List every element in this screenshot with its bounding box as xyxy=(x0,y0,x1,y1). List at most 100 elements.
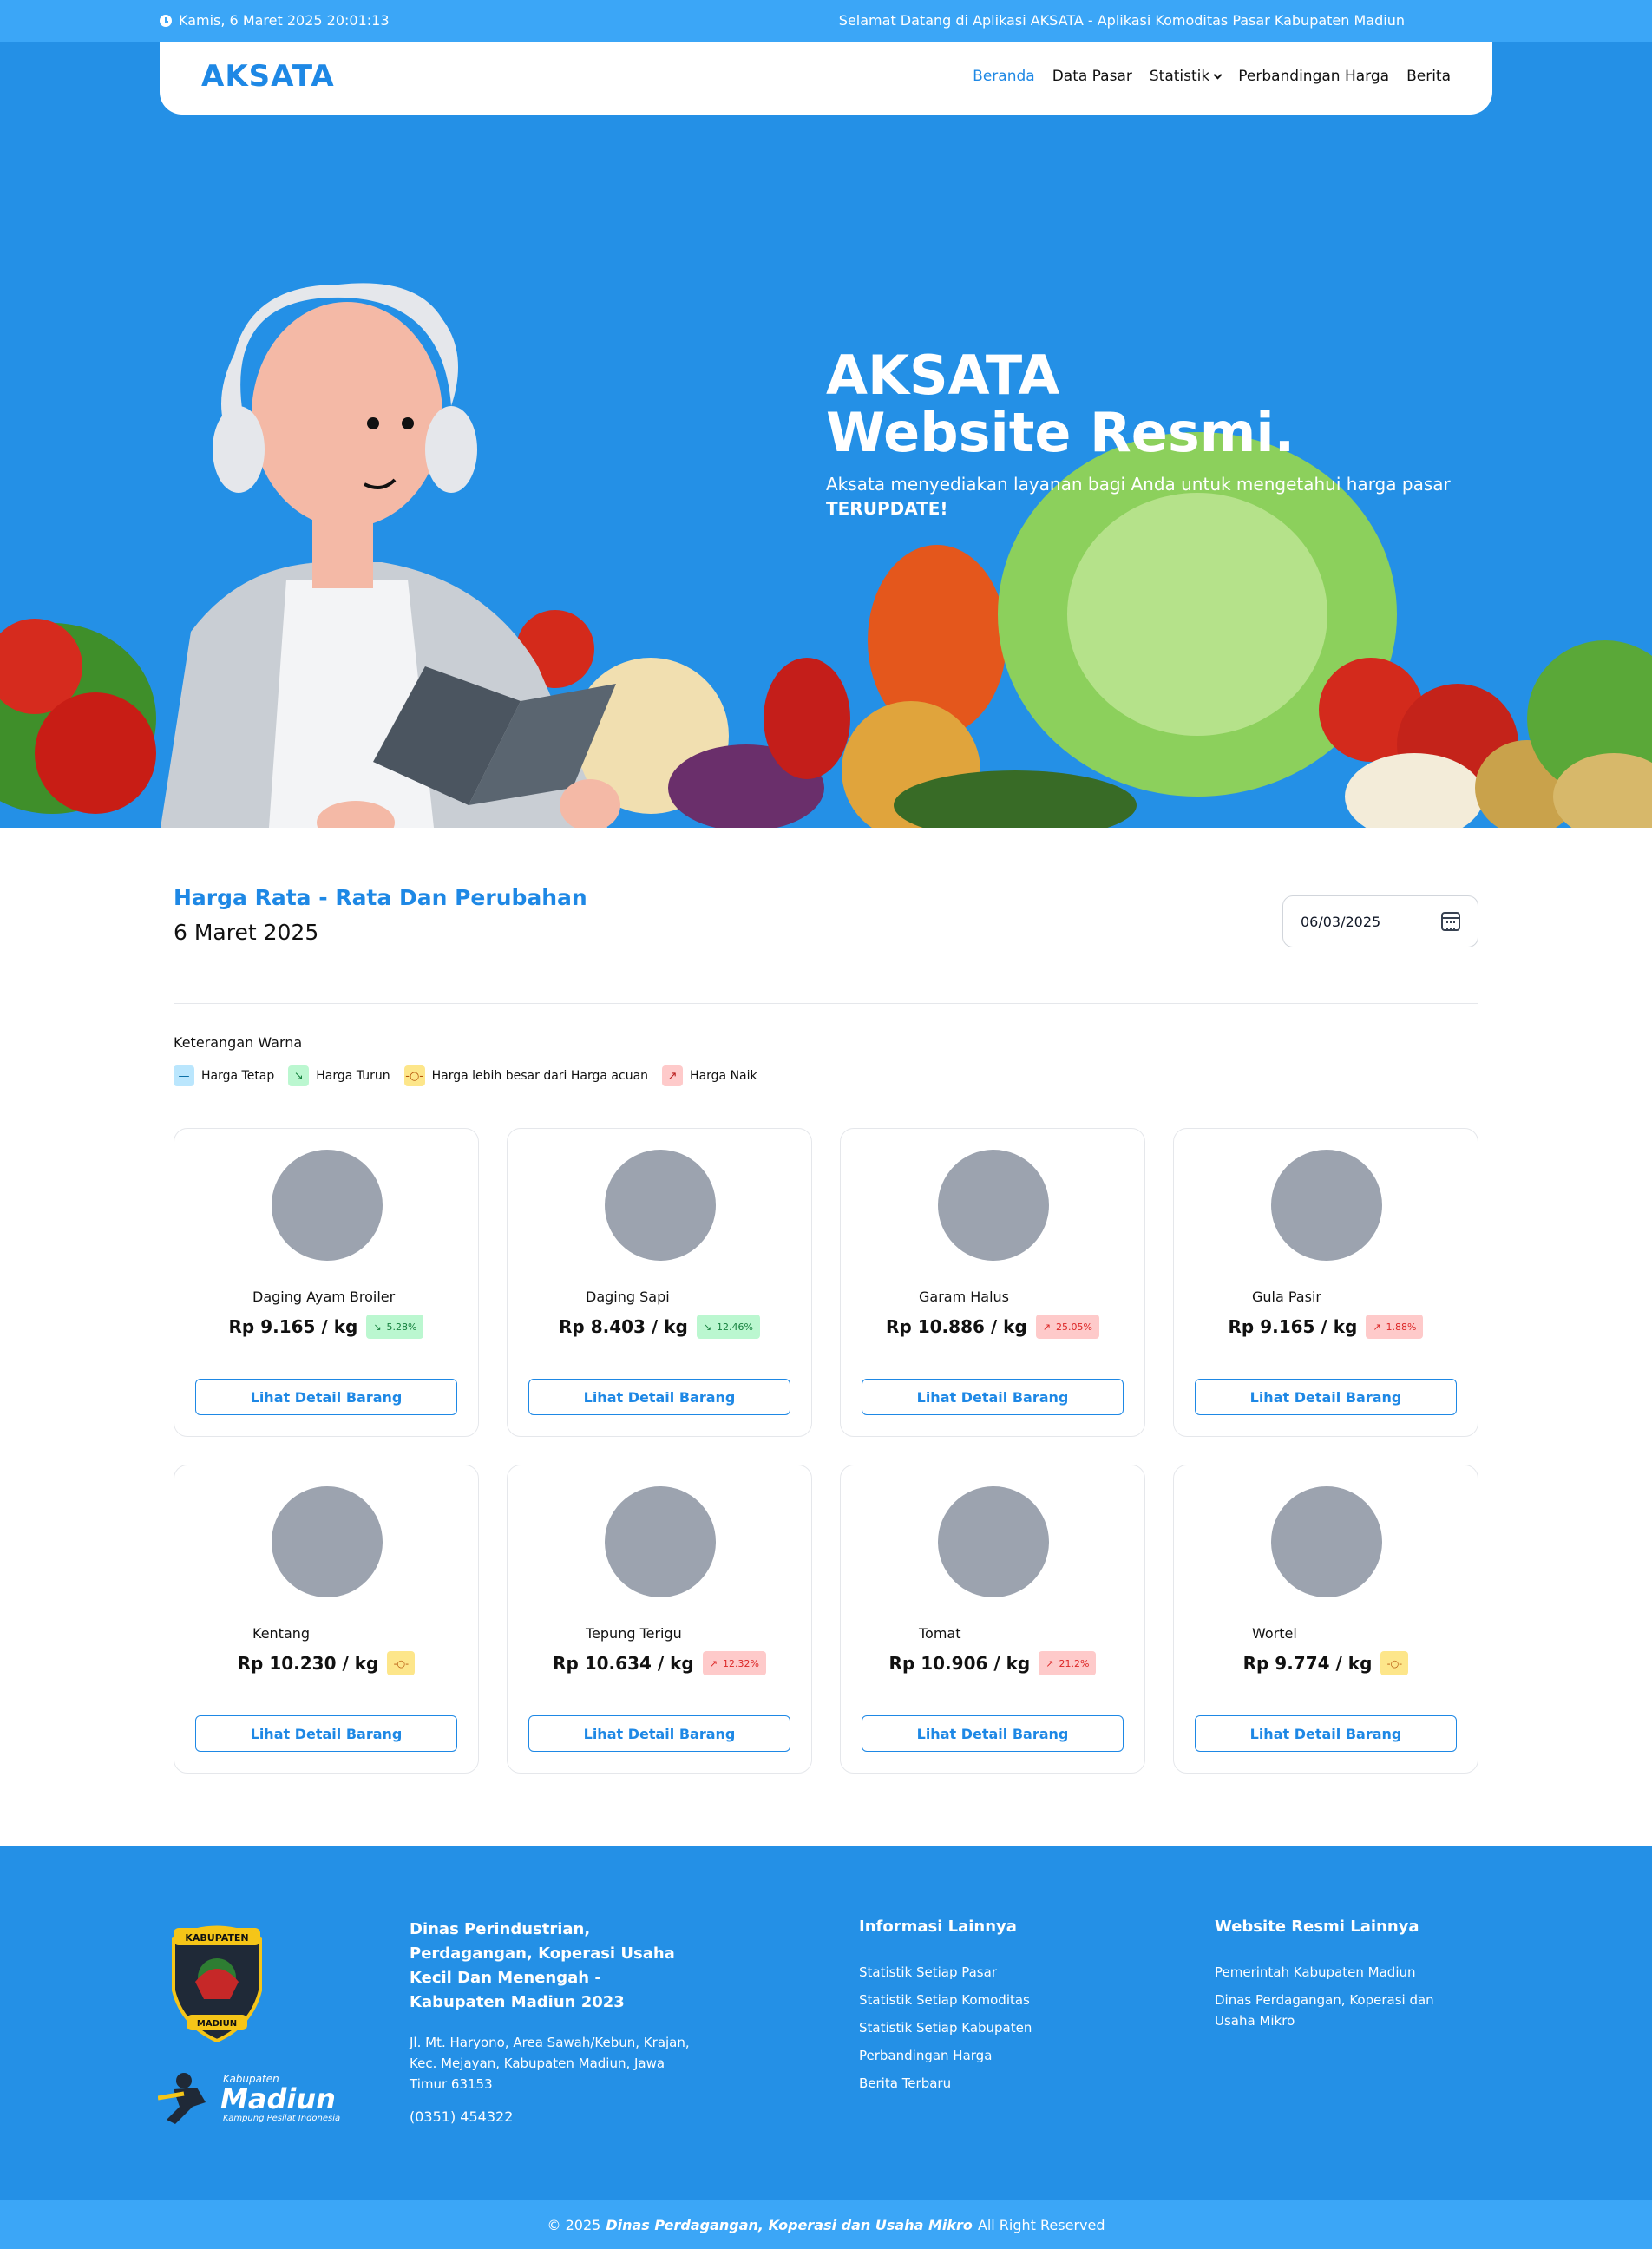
product-price: Rp 10.230 / kg xyxy=(237,1653,379,1674)
product-name-row: Daging Sapi xyxy=(508,1288,811,1305)
brand-logo[interactable]: AKSATA xyxy=(201,59,335,94)
hero-subtitle: Aksata menyediakan layanan bagi Anda unt… xyxy=(826,472,1485,521)
footer-link-perbandingan-harga[interactable]: Perbandingan Harga xyxy=(859,2045,1119,2066)
product-name-row: Daging Ayam Broiler xyxy=(174,1288,478,1305)
product-name-row: Wortel xyxy=(1174,1625,1478,1642)
view-detail-button[interactable]: Lihat Detail Barang xyxy=(195,1715,457,1752)
footer-org-name: Dinas Perindustrian, Perdagangan, Kopera… xyxy=(410,1920,675,2011)
price-reference-badge: -○- xyxy=(1380,1651,1409,1675)
section-title: Harga Rata - Rata Dan Perubahan xyxy=(174,885,587,910)
legend-item-turun: ↘ Harga Turun xyxy=(288,1065,390,1086)
product-card: Wortel Rp 9.774 / kg -○- Lihat Detail Baran… xyxy=(1173,1465,1478,1774)
product-name-row: Tomat xyxy=(841,1625,1144,1642)
arrow-up-right-icon: ↗ xyxy=(1042,1321,1051,1333)
price-change-percent: 1.88% xyxy=(1386,1321,1417,1333)
product-card: Tomat Rp 10.906 / kg ↗ 21.2% Lihat Detail Ba… xyxy=(840,1465,1145,1774)
price-change-badge-down: ↘ 12.46% xyxy=(696,1315,760,1339)
legend-label-lebih: Harga lebih besar dari Harga acuan xyxy=(431,1069,649,1083)
product-name-row: Gula Pasir xyxy=(1174,1288,1478,1305)
reference-icon: -○- xyxy=(403,1065,425,1086)
product-name: Kentang xyxy=(252,1625,311,1642)
calendar-icon[interactable] xyxy=(1441,912,1460,931)
view-detail-button[interactable]: Lihat Detail Barang xyxy=(862,1379,1124,1415)
product-name: Daging Ayam Broiler xyxy=(252,1288,396,1305)
price-change-percent: 12.46% xyxy=(717,1321,753,1333)
product-price-row: Rp 8.403 / kg ↘ 12.46% xyxy=(508,1315,811,1339)
product-price-row: Rp 10.230 / kg -○- xyxy=(174,1651,478,1675)
top-info-bar: Kamis, 6 Maret 2025 20:01:13 Selamat Dat… xyxy=(0,0,1652,42)
footer-info-title: Informasi Lainnya xyxy=(859,1918,1017,1936)
price-change-percent: 21.2% xyxy=(1059,1657,1090,1669)
price-change-badge-up: ↗ 1.88% xyxy=(1366,1315,1424,1339)
product-name-row: Kentang xyxy=(174,1625,478,1642)
footer-link-statistik-komoditas[interactable]: Statistik Setiap Komoditas xyxy=(859,1990,1119,2010)
price-change-percent: 25.05% xyxy=(1055,1321,1092,1333)
chevron-down-icon xyxy=(1213,70,1223,80)
hero-subtitle-text: Aksata menyediakan layanan bagi Anda unt… xyxy=(826,474,1451,495)
product-name: Tomat xyxy=(919,1625,961,1642)
copyright-org: Dinas Perdagangan, Koperasi dan Usaha Mi… xyxy=(606,2216,973,2233)
nav-berita[interactable]: Berita xyxy=(1406,68,1451,85)
product-price-row: Rp 10.634 / kg ↗ 12.32% xyxy=(508,1651,811,1675)
footer-link-dinas-perdagangan[interactable]: Dinas Perdagangan, Koperasi dan Usaha Mi… xyxy=(1215,1990,1475,2031)
legend-item-naik: ↗ Harga Naik xyxy=(662,1065,757,1086)
hero-title-line1: AKSATA xyxy=(826,344,1060,407)
logo-big-text: Madiun xyxy=(220,2082,336,2115)
footer: KABUPATEN MADIUN Kabupaten Madiun Kampun… xyxy=(0,1846,1652,2200)
footer-link-statistik-kabupaten[interactable]: Statistik Setiap Kabupaten xyxy=(859,2017,1119,2038)
product-name: Gula Pasir xyxy=(1252,1288,1321,1305)
product-name: Daging Sapi xyxy=(586,1288,670,1305)
copyright-bar: © 2025 Dinas Perdagangan, Koperasi dan U… xyxy=(0,2200,1652,2249)
product-image-placeholder xyxy=(605,1150,716,1261)
arrow-down-right-icon: ↘ xyxy=(373,1321,382,1333)
footer-link-berita-terbaru[interactable]: Berita Terbaru xyxy=(859,2073,1119,2094)
footer-org-info: Dinas Perindustrian, Perdagangan, Kopera… xyxy=(410,1918,696,2125)
reference-icon: -○- xyxy=(1386,1657,1403,1669)
product-card: Daging Ayam Broiler Rp 9.165 / kg ↘ 5.28% Li… xyxy=(174,1128,479,1437)
hero-subtitle-bold: TERUPDATE! xyxy=(826,498,948,519)
clock-icon xyxy=(160,14,172,27)
product-image-placeholder xyxy=(1271,1150,1382,1261)
view-detail-button[interactable]: Lihat Detail Barang xyxy=(528,1715,790,1752)
datetime-text: Kamis, 6 Maret 2025 20:01:13 xyxy=(179,12,390,29)
product-image-placeholder xyxy=(938,1150,1049,1261)
logo-tagline-text: Kampung Pesilat Indonesia xyxy=(223,2114,340,2123)
arrow-up-right-icon: ↗ xyxy=(662,1065,684,1086)
arrow-up-right-icon: ↗ xyxy=(709,1657,718,1669)
arrow-down-right-icon: ↘ xyxy=(703,1321,712,1333)
price-change-badge-up: ↗ 21.2% xyxy=(1039,1651,1097,1675)
nav-data-pasar[interactable]: Data Pasar xyxy=(1052,68,1132,85)
reference-icon: -○- xyxy=(393,1657,410,1669)
product-price: Rp 10.906 / kg xyxy=(888,1653,1031,1674)
product-price-row: Rp 9.165 / kg ↗ 1.88% xyxy=(1174,1315,1478,1339)
product-price: Rp 10.886 / kg xyxy=(886,1316,1027,1337)
crest-text-bottom: MADIUN xyxy=(197,2019,237,2029)
product-image-placeholder xyxy=(1271,1486,1382,1597)
nav-perbandingan-harga[interactable]: Perbandingan Harga xyxy=(1238,68,1389,85)
legend-label-naik: Harga Naik xyxy=(690,1069,757,1083)
view-detail-button[interactable]: Lihat Detail Barang xyxy=(528,1379,790,1415)
product-card: Tepung Terigu Rp 10.634 / kg ↗ 12.32% Lihat … xyxy=(507,1465,812,1774)
product-price-row: Rp 9.774 / kg -○- xyxy=(1174,1651,1478,1675)
footer-info-links: Informasi Lainnya Statistik Setiap Pasar… xyxy=(859,1918,1119,2101)
footer-link-pemkab-madiun[interactable]: Pemerintah Kabupaten Madiun xyxy=(1215,1962,1475,1983)
footer-link-statistik-pasar[interactable]: Statistik Setiap Pasar xyxy=(859,1962,1119,1983)
product-price-row: Rp 10.886 / kg ↗ 25.05% xyxy=(841,1315,1144,1339)
nav-beranda[interactable]: Beranda xyxy=(973,68,1035,85)
view-detail-button[interactable]: Lihat Detail Barang xyxy=(1195,1715,1457,1752)
copyright-prefix: © 2025 xyxy=(547,2216,601,2233)
date-picker-input[interactable]: 06/03/2025 xyxy=(1282,895,1478,947)
product-price: Rp 9.165 / kg xyxy=(228,1316,358,1337)
product-name-row: Tepung Terigu xyxy=(508,1625,811,1642)
product-price: Rp 9.165 / kg xyxy=(1228,1316,1358,1337)
view-detail-button[interactable]: Lihat Detail Barang xyxy=(862,1715,1124,1752)
hero-banner: AKSATA Beranda Data Pasar Statistik Perb… xyxy=(0,42,1652,828)
footer-address: Jl. Mt. Haryono, Area Sawah/Kebun, Kraja… xyxy=(410,2035,690,2092)
footer-phone: (0351) 454322 xyxy=(410,2108,514,2125)
nav-statistik[interactable]: Statistik xyxy=(1149,68,1223,85)
nav-statistik-label: Statistik xyxy=(1149,68,1210,85)
view-detail-button[interactable]: Lihat Detail Barang xyxy=(195,1379,457,1415)
main-navbar: AKSATA Beranda Data Pasar Statistik Perb… xyxy=(160,42,1492,115)
kabupaten-madiun-crest-logo: KABUPATEN MADIUN xyxy=(172,1925,262,2042)
view-detail-button[interactable]: Lihat Detail Barang xyxy=(1195,1379,1457,1415)
